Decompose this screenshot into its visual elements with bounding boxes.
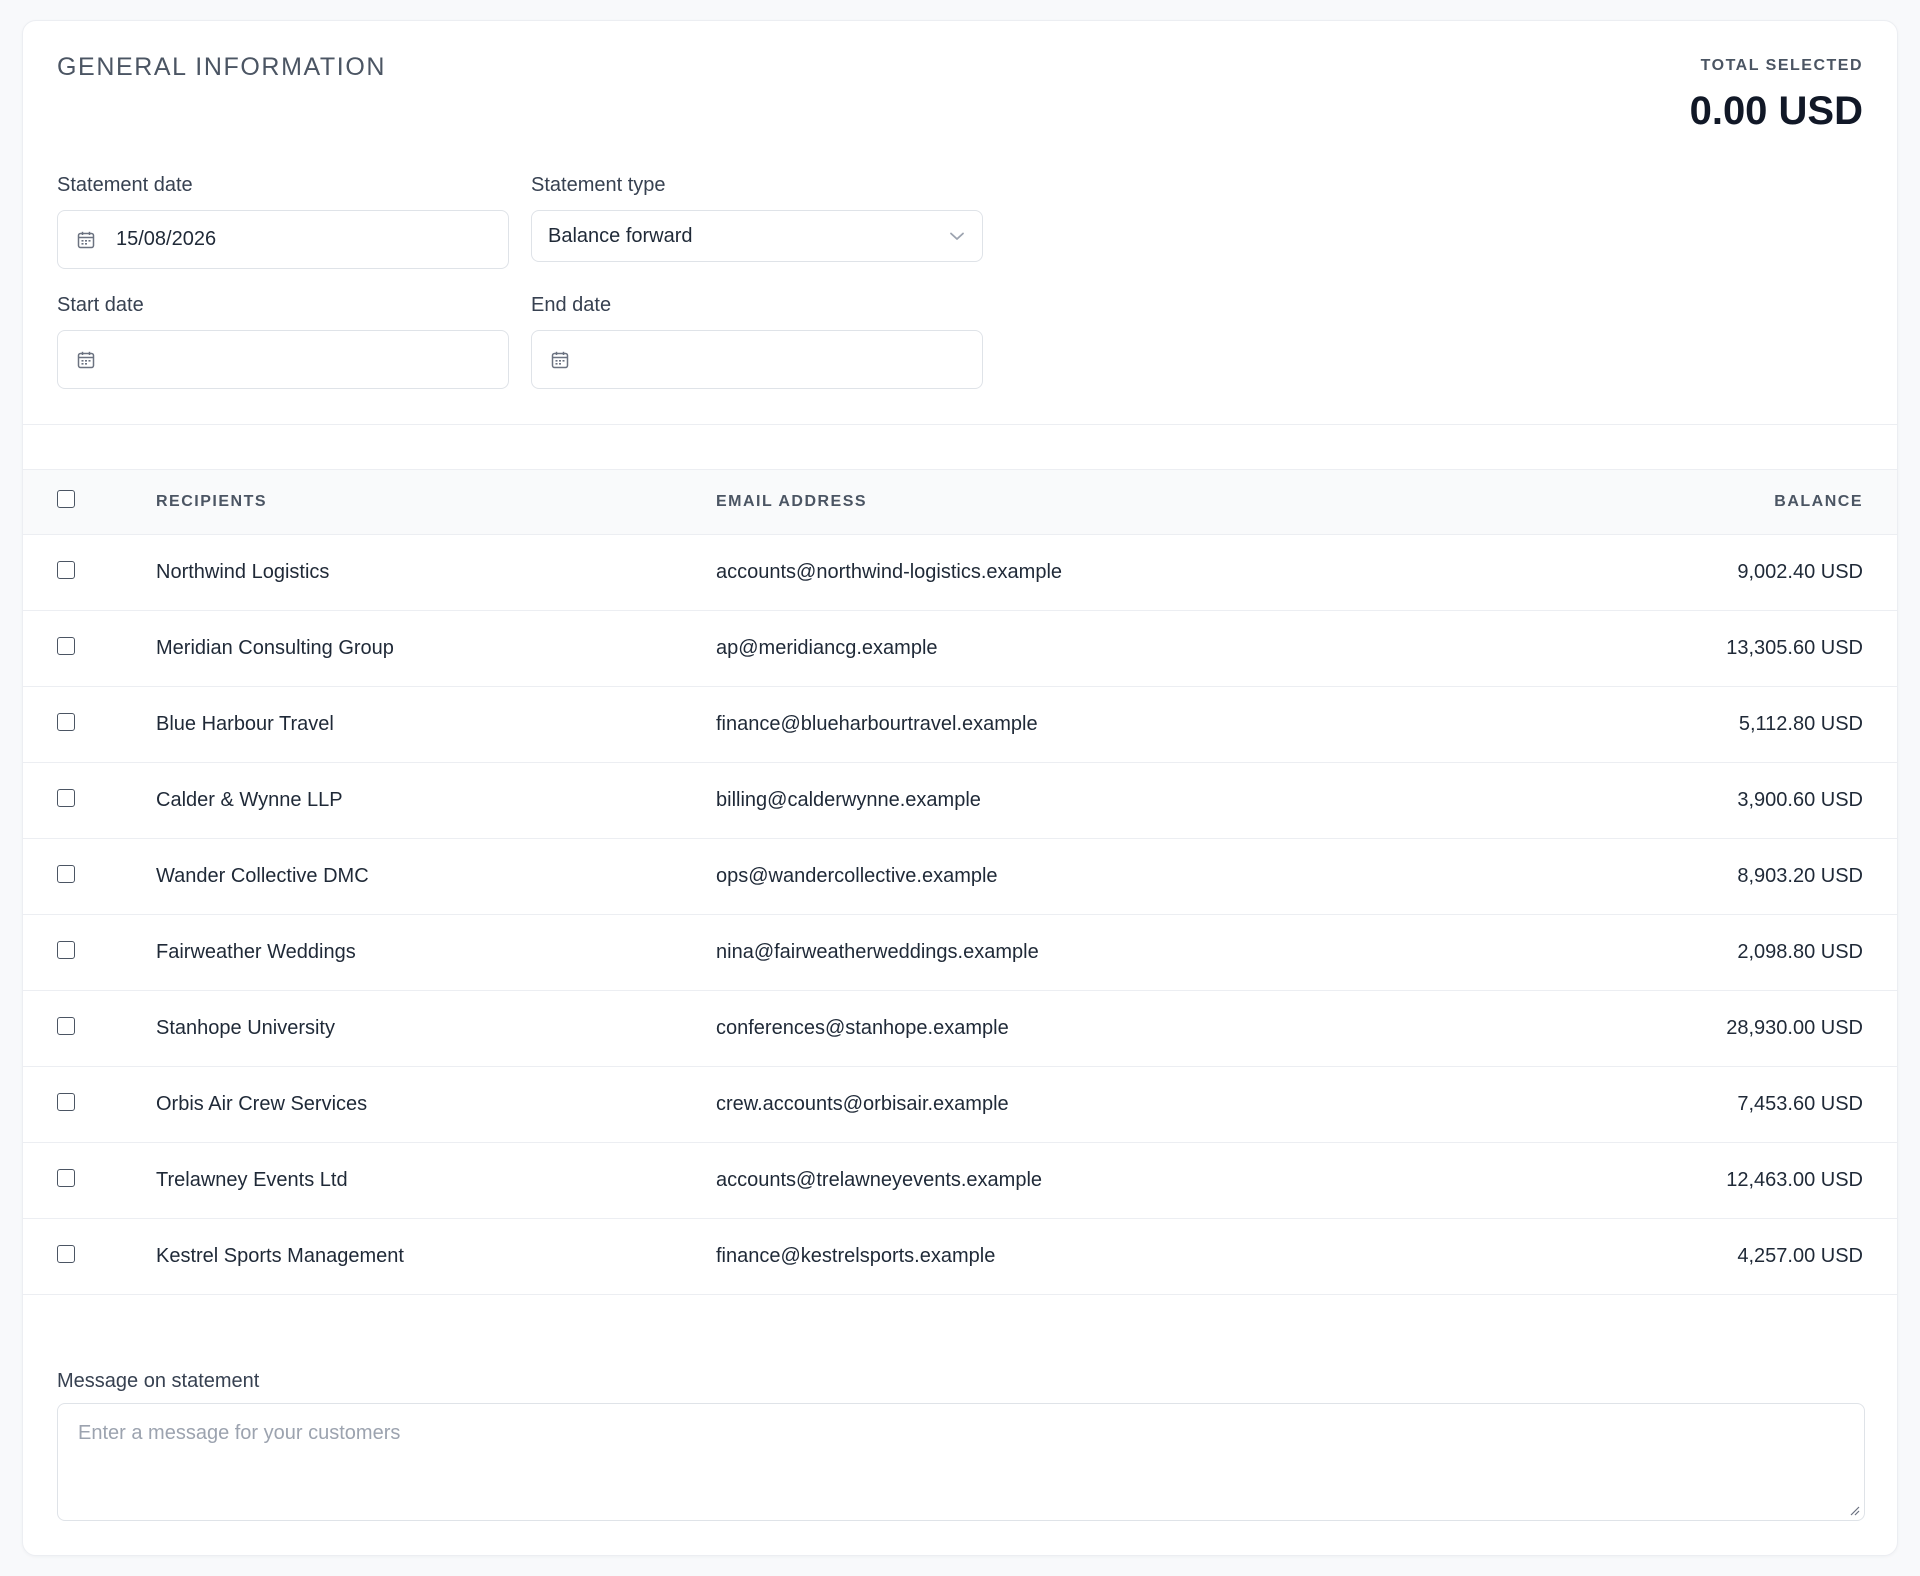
recipient-balance: 9,002.40 USD [1737, 561, 1863, 583]
recipient-email: finance@blueharbourtravel.example [716, 713, 1038, 735]
section-title: GENERAL INFORMATION [57, 53, 387, 81]
recipient-balance: 13,305.60 USD [1726, 637, 1863, 659]
row-checkbox[interactable] [57, 1244, 75, 1263]
table-row[interactable]: Blue Harbour Travel finance@blueharbourt… [23, 687, 1897, 763]
total-selected-value: 0.00 USD [1689, 89, 1863, 133]
recipient-name: Trelawney Events Ltd [156, 1169, 348, 1191]
end-date-label: End date [531, 294, 612, 316]
table-row[interactable]: Wander Collective DMC ops@wandercollecti… [23, 839, 1897, 915]
table-header: RECIPIENTS EMAIL ADDRESS BALANCE [23, 469, 1897, 535]
recipient-email: ops@wandercollective.example [716, 865, 998, 887]
row-checkbox[interactable] [57, 864, 75, 883]
row-checkbox[interactable] [57, 636, 75, 655]
recipient-email: accounts@trelawneyevents.example [716, 1169, 1043, 1191]
row-checkbox[interactable] [57, 560, 75, 579]
recipient-email: finance@kestrelsports.example [716, 1245, 996, 1267]
total-selected: TOTAL SELECTED 0.00 USD [1690, 57, 1863, 134]
message-textarea[interactable]: Enter a message for your customers [57, 1403, 1865, 1521]
recipient-name: Meridian Consulting Group [156, 637, 394, 659]
total-selected-label: TOTAL SELECTED [1700, 57, 1863, 74]
row-checkbox[interactable] [57, 1168, 75, 1187]
message-field: Message on statement Enter a message for… [57, 1369, 1865, 1521]
table-row[interactable]: Fairweather Weddings nina@fairweatherwed… [23, 915, 1897, 991]
recipient-name: Calder & Wynne LLP [156, 789, 343, 811]
select-all-checkbox[interactable] [57, 490, 75, 508]
table-row[interactable]: Orbis Air Crew Services crew.accounts@or… [23, 1067, 1897, 1143]
recipient-balance: 12,463.00 USD [1726, 1169, 1863, 1191]
recipient-balance: 7,453.60 USD [1737, 1093, 1863, 1115]
recipients-table: RECIPIENTS EMAIL ADDRESS BALANCE Northwi… [23, 469, 1897, 1295]
recipient-name: Stanhope University [156, 1017, 335, 1039]
statement-type-field: Statement type Balance forward [531, 173, 983, 262]
row-checkbox[interactable] [57, 940, 75, 959]
recipient-email: conferences@stanhope.example [716, 1017, 1009, 1039]
table-row[interactable]: Calder & Wynne LLP billing@calderwynne.e… [23, 763, 1897, 839]
calendar-icon [551, 351, 569, 368]
start-date-input[interactable] [57, 330, 509, 389]
table-row[interactable]: Stanhope University conferences@stanhope… [23, 991, 1897, 1067]
table-row[interactable]: Kestrel Sports Management finance@kestre… [23, 1219, 1897, 1295]
recipient-balance: 8,903.20 USD [1737, 865, 1863, 887]
statement-date-value: 15/08/2026 [116, 228, 217, 250]
recipient-name: Wander Collective DMC [156, 865, 369, 887]
message-placeholder: Enter a message for your customers [78, 1422, 401, 1444]
calendar-icon [77, 351, 95, 368]
column-header-email[interactable]: EMAIL ADDRESS [716, 493, 1497, 511]
end-date-field: End date [531, 293, 983, 389]
recipient-name: Northwind Logistics [156, 561, 330, 583]
recipient-name: Kestrel Sports Management [156, 1245, 404, 1267]
end-date-input[interactable] [531, 330, 983, 389]
statement-date-field: Statement date 15/08/2026 [57, 173, 509, 269]
recipient-email: ap@meridiancg.example [716, 637, 938, 659]
message-label: Message on statement [57, 1370, 260, 1392]
statement-date-input[interactable]: 15/08/2026 [57, 210, 509, 269]
statement-card: GENERAL INFORMATION TOTAL SELECTED 0.00 … [22, 20, 1898, 1556]
statement-type-select[interactable]: Balance forward [531, 210, 983, 262]
table-row[interactable]: Meridian Consulting Group ap@meridiancg.… [23, 611, 1897, 687]
statement-date-label: Statement date [57, 174, 193, 196]
recipient-email: nina@fairweatherweddings.example [716, 941, 1039, 963]
start-date-field: Start date [57, 293, 509, 389]
recipient-name: Blue Harbour Travel [156, 713, 334, 735]
row-checkbox[interactable] [57, 712, 75, 731]
column-header-recipients[interactable]: RECIPIENTS [156, 493, 716, 511]
statement-type-value: Balance forward [548, 224, 693, 247]
recipient-balance: 28,930.00 USD [1726, 1017, 1863, 1039]
general-information-section: GENERAL INFORMATION TOTAL SELECTED 0.00 … [23, 21, 1897, 425]
recipient-email: accounts@northwind-logistics.example [716, 561, 1063, 583]
recipient-email: billing@calderwynne.example [716, 789, 981, 811]
recipient-name: Orbis Air Crew Services [156, 1093, 368, 1115]
statement-type-label: Statement type [531, 174, 666, 196]
row-checkbox[interactable] [57, 1092, 75, 1111]
column-header-balance[interactable]: BALANCE [1497, 493, 1897, 511]
row-checkbox[interactable] [57, 788, 75, 807]
start-date-label: Start date [57, 294, 144, 316]
resize-grip-icon[interactable] [1848, 1504, 1860, 1516]
recipient-email: crew.accounts@orbisair.example [716, 1093, 1009, 1115]
recipient-name: Fairweather Weddings [156, 941, 356, 963]
recipient-balance: 5,112.80 USD [1738, 713, 1863, 735]
calendar-icon [77, 231, 95, 248]
chevron-down-icon [950, 232, 964, 240]
table-row[interactable]: Trelawney Events Ltd accounts@trelawneye… [23, 1143, 1897, 1219]
recipient-balance: 2,098.80 USD [1737, 941, 1863, 963]
row-checkbox[interactable] [57, 1016, 75, 1035]
recipient-balance: 4,257.00 USD [1737, 1245, 1863, 1267]
table-row[interactable]: Northwind Logistics accounts@northwind-l… [23, 535, 1897, 611]
recipient-balance: 3,900.60 USD [1737, 789, 1863, 811]
